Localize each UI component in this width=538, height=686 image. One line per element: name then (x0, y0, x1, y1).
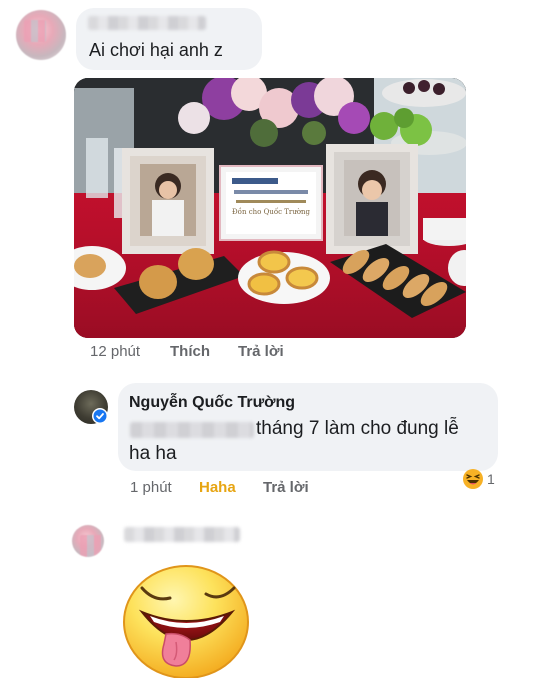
reply-author-name[interactable]: Nguyễn Quốc Trường (129, 394, 295, 412)
reaction-summary[interactable]: 1 (462, 468, 508, 492)
haha-emoji-icon (463, 469, 483, 489)
sticker-image (123, 565, 249, 679)
certificate-caption: Đồn cho Quốc Trường (232, 207, 310, 216)
haha-reaction-button[interactable]: Haha (199, 479, 236, 496)
reply-bubble: Nguyễn Quốc Trường tháng 7 làm cho đung … (118, 383, 498, 471)
commenter-avatar[interactable] (72, 525, 104, 557)
comment-photo[interactable]: Đồn cho Quốc Trường (74, 78, 466, 338)
reply-text-line-1: tháng 7 làm cho đung lễ (256, 418, 459, 439)
tongue-emoji-sticker[interactable] (120, 560, 260, 679)
reply-timestamp[interactable]: 1 phút (130, 479, 172, 496)
reaction-count: 1 (487, 471, 495, 487)
verified-badge-icon (92, 408, 108, 424)
commenter-avatar[interactable] (16, 10, 66, 60)
reply-button[interactable]: Trả lời (238, 343, 284, 360)
reply-text-line-2: ha ha (129, 443, 177, 464)
memorial-table-image: Đồn cho Quốc Trường (74, 78, 466, 338)
comment-bubble: Ai chơi hại anh z (76, 8, 262, 70)
like-button[interactable]: Thích (170, 343, 210, 360)
mentioned-name-redacted[interactable] (130, 422, 254, 438)
comment-timestamp[interactable]: 12 phút (90, 343, 140, 360)
comment-text: Ai chơi hại anh z (89, 40, 223, 60)
commenter-name-redacted[interactable] (124, 527, 240, 542)
reply-button[interactable]: Trả lời (263, 479, 309, 496)
commenter-name-redacted[interactable] (88, 16, 206, 30)
